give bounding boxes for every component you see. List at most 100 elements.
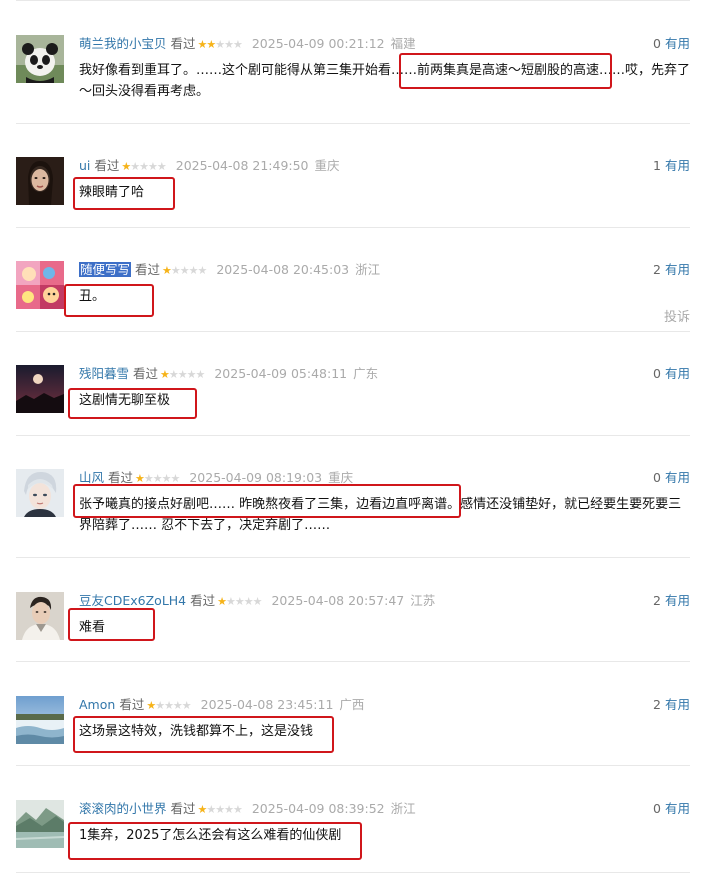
star-filled-icon: ★ <box>160 368 170 381</box>
comment-meta: 随便写写 看过 ★★★★★ 2025-04-08 20:45:03 浙江 <box>79 261 380 279</box>
useful-button[interactable]: 有用 <box>665 697 690 712</box>
vote-count: 0 <box>653 36 661 51</box>
comment-meta: 残阳暮雪 看过 ★★★★★ 2025-04-09 05:48:11 广东 <box>79 365 378 383</box>
watched-label: 看过 <box>170 801 196 816</box>
divider <box>16 123 690 124</box>
star-empty-icon: ★★★★ <box>130 160 166 173</box>
username-link[interactable]: 滚滚肉的小世界 <box>79 801 167 816</box>
report-link[interactable]: 投诉 <box>664 306 690 325</box>
comment-location: 重庆 <box>328 470 354 485</box>
vote-count: 2 <box>653 262 661 277</box>
vote-count: 0 <box>653 801 661 816</box>
star-filled-icon: ★ <box>146 699 156 712</box>
comment-meta: 萌兰我的小宝贝 看过 ★★★★★ 2025-04-09 00:21:12 福建 <box>79 35 416 53</box>
username-link[interactable]: 山风 <box>79 470 104 485</box>
comment-text: 辣眼睛了哈 <box>79 185 145 200</box>
useful-button[interactable]: 有用 <box>665 366 690 381</box>
rating-stars: ★★★★★ <box>198 38 243 51</box>
watched-label: 看过 <box>135 262 161 277</box>
rating-stars: ★★★★★ <box>160 368 205 381</box>
useful-vote: 0 有用 <box>653 365 690 383</box>
panda-avatar[interactable] <box>16 35 64 83</box>
useful-vote: 2 有用 <box>653 696 690 714</box>
sunset-avatar[interactable] <box>16 365 64 413</box>
comment-time: 2025-04-09 08:39:52 <box>251 801 385 816</box>
vote-count: 0 <box>653 366 661 381</box>
comment-time: 2025-04-08 20:57:47 <box>271 593 405 608</box>
useful-button[interactable]: 有用 <box>665 262 690 277</box>
useful-button[interactable]: 有用 <box>665 801 690 816</box>
useful-vote: 0 有用 <box>653 469 690 487</box>
comment-text: 张予曦真的接点好剧吧…… 昨晚熬夜看了三集，边看边直呼离谱。感情还没铺垫好，就已… <box>79 497 682 533</box>
useful-vote: 2 有用 <box>653 261 690 279</box>
username-link[interactable]: Amon <box>79 697 115 712</box>
divider <box>16 661 690 662</box>
vote-count: 0 <box>653 470 661 485</box>
lake-landscape-avatar[interactable] <box>16 800 64 848</box>
watched-label: 看过 <box>170 36 196 51</box>
waterfall-avatar[interactable] <box>16 696 64 744</box>
star-empty-icon: ★★★★ <box>168 368 205 381</box>
star-empty-icon: ★★★★ <box>143 472 180 485</box>
star-filled-icon: ★ <box>121 160 131 173</box>
useful-button[interactable]: 有用 <box>665 158 690 173</box>
useful-vote: 0 有用 <box>653 35 690 53</box>
useful-button[interactable]: 有用 <box>665 36 690 51</box>
man-portrait-avatar[interactable] <box>16 592 64 640</box>
rating-stars: ★★★★★ <box>162 264 207 277</box>
comment-location: 浙江 <box>355 262 381 277</box>
comment-meta: 山风 看过 ★★★★★ 2025-04-09 08:19:03 重庆 <box>79 469 353 487</box>
watched-label: 看过 <box>108 470 134 485</box>
vote-count: 1 <box>653 158 661 173</box>
rating-stars: ★★★★★ <box>135 472 180 485</box>
vote-count: 2 <box>653 593 661 608</box>
star-empty-icon: ★★★★ <box>170 264 207 277</box>
comment-time: 2025-04-09 08:19:03 <box>189 470 323 485</box>
username-link[interactable]: 随便写写 <box>79 262 132 277</box>
comment-text: 我好像看到重耳了。……这个剧可能得从第三集开始看……前两集真是高速～短剧股的高速… <box>79 63 691 99</box>
divider <box>16 227 690 228</box>
comment-time: 2025-04-09 05:48:11 <box>214 366 348 381</box>
comment-time: 2025-04-09 00:21:12 <box>251 36 385 51</box>
rating-stars: ★★★★★ <box>217 595 262 608</box>
rating-stars: ★★★★★ <box>146 699 191 712</box>
comment-location: 福建 <box>390 36 416 51</box>
useful-vote: 2 有用 <box>653 592 690 610</box>
rating-stars: ★★★★★ <box>198 803 243 816</box>
vote-count: 2 <box>653 697 661 712</box>
star-empty-icon: ★★★ <box>215 38 243 51</box>
cartoon-collage-avatar[interactable] <box>16 261 64 309</box>
comment-time: 2025-04-08 20:45:03 <box>216 262 350 277</box>
rating-stars: ★★★★★ <box>121 160 166 173</box>
divider <box>16 331 690 332</box>
comment-location: 广东 <box>353 366 379 381</box>
comment-location: 江苏 <box>410 593 436 608</box>
useful-button[interactable]: 有用 <box>665 593 690 608</box>
username-link[interactable]: ui <box>79 158 90 173</box>
watched-label: 看过 <box>119 697 145 712</box>
comment-text: 1集弃，2025了怎么还会有这么难看的仙侠剧 <box>79 828 342 843</box>
anime-boy-avatar[interactable] <box>16 469 64 517</box>
divider <box>16 557 690 558</box>
comment-text: 丑。 <box>79 289 106 304</box>
watched-label: 看过 <box>133 366 159 381</box>
watched-label: 看过 <box>94 158 120 173</box>
username-link[interactable]: 残阳暮雪 <box>79 366 129 381</box>
comment-meta: 滚滚肉的小世界 看过 ★★★★★ 2025-04-09 08:39:52 浙江 <box>79 800 416 818</box>
woman-portrait-avatar[interactable] <box>16 157 64 205</box>
username-link[interactable]: 豆友CDEx6ZoLH4 <box>79 593 186 608</box>
useful-button[interactable]: 有用 <box>665 470 690 485</box>
comment-meta: 豆友CDEx6ZoLH4 看过 ★★★★★ 2025-04-08 20:57:47 江… <box>79 592 435 610</box>
comment-location: 重庆 <box>314 158 340 173</box>
star-empty-icon: ★★★★ <box>226 595 262 608</box>
star-filled-icon: ★ <box>217 595 227 608</box>
comment-meta: ui 看过 ★★★★★ 2025-04-08 21:49:50 重庆 <box>79 157 340 175</box>
star-empty-icon: ★★★★ <box>155 699 191 712</box>
comment-time: 2025-04-08 23:45:11 <box>200 697 334 712</box>
useful-vote: 1 有用 <box>653 157 690 175</box>
divider <box>16 765 690 766</box>
comment-time: 2025-04-08 21:49:50 <box>175 158 309 173</box>
comment-text: 这剧情无聊至极 <box>79 393 171 408</box>
watched-label: 看过 <box>190 593 216 608</box>
username-link[interactable]: 萌兰我的小宝贝 <box>79 36 167 51</box>
